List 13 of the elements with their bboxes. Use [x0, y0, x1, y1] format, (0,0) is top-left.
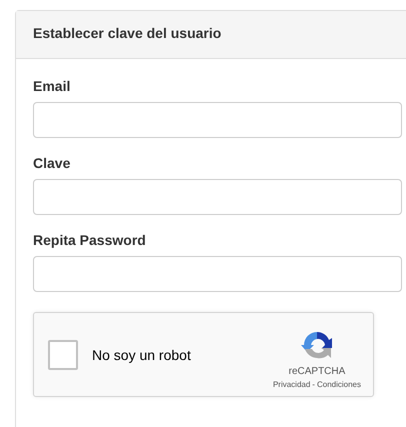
input-field[interactable] [33, 256, 402, 292]
input-field[interactable] [33, 179, 402, 215]
terms-link[interactable]: Condiciones [316, 380, 361, 388]
captcha-brand: reCAPTCHA [288, 366, 346, 376]
field-label: Repita Password [33, 232, 146, 248]
input-field[interactable] [33, 102, 402, 138]
separator-text: - [312, 380, 315, 388]
panel-title: Establecer clave del usuario [33, 25, 222, 41]
field-label: Clave [33, 155, 70, 171]
captcha-label: No soy un robot [92, 346, 192, 362]
privacy-link[interactable]: Privacidad [272, 380, 310, 388]
field-label: Email [33, 78, 70, 94]
captcha-checkbox[interactable] [48, 340, 78, 370]
